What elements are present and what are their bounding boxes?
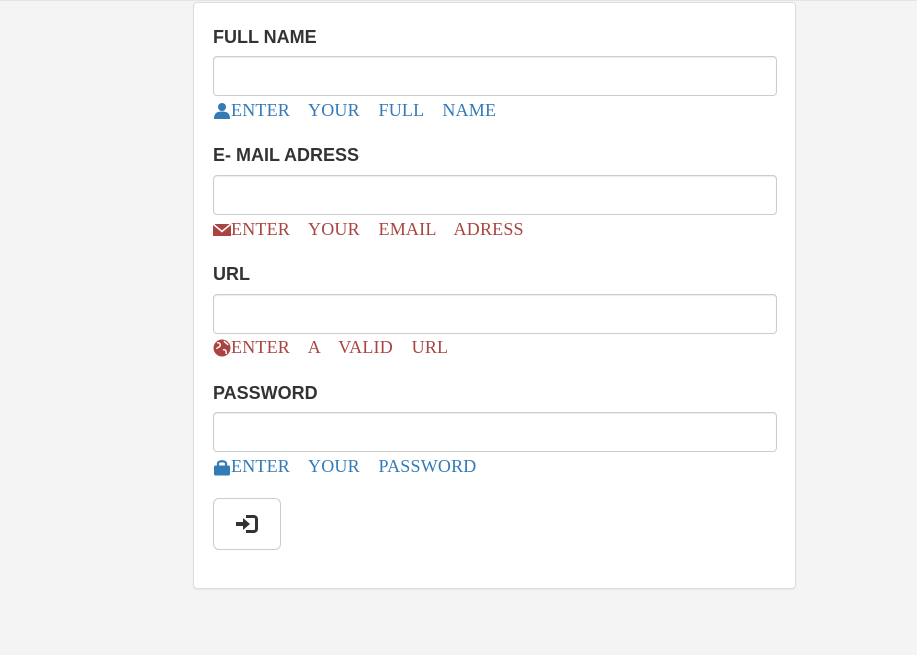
top-border-line [0,0,917,1]
url-help-text: ENTER A VALID URL [231,337,449,357]
url-input[interactable] [213,294,777,334]
user-icon [213,102,231,120]
email-label: E- MAIL ADRESS [213,145,360,165]
full-name-help-text: ENTER YOUR FULL NAME [231,100,497,120]
password-help-text: ENTER YOUR PASSWORD [231,456,477,476]
email-help: ENTER YOUR EMAIL ADRESS [213,217,524,239]
form-panel: FULL NAME ENTER YOUR FULL NAME E- MAIL A… [193,2,796,589]
password-input[interactable] [213,412,777,452]
log-in-icon [233,512,261,536]
full-name-input[interactable] [213,56,777,96]
password-help: ENTER YOUR PASSWORD [213,454,477,476]
password-label: PASSWORD [213,383,318,403]
email-help-text: ENTER YOUR EMAIL ADRESS [231,219,524,239]
lock-icon [213,458,231,476]
url-help: ENTER A VALID URL [213,335,448,357]
url-label: URL [213,264,250,284]
globe-icon [213,339,231,357]
envelope-icon [213,221,231,239]
email-input[interactable] [213,175,777,215]
login-submit-button[interactable] [213,498,281,550]
full-name-help: ENTER YOUR FULL NAME [213,98,496,120]
full-name-label: FULL NAME [213,27,317,47]
